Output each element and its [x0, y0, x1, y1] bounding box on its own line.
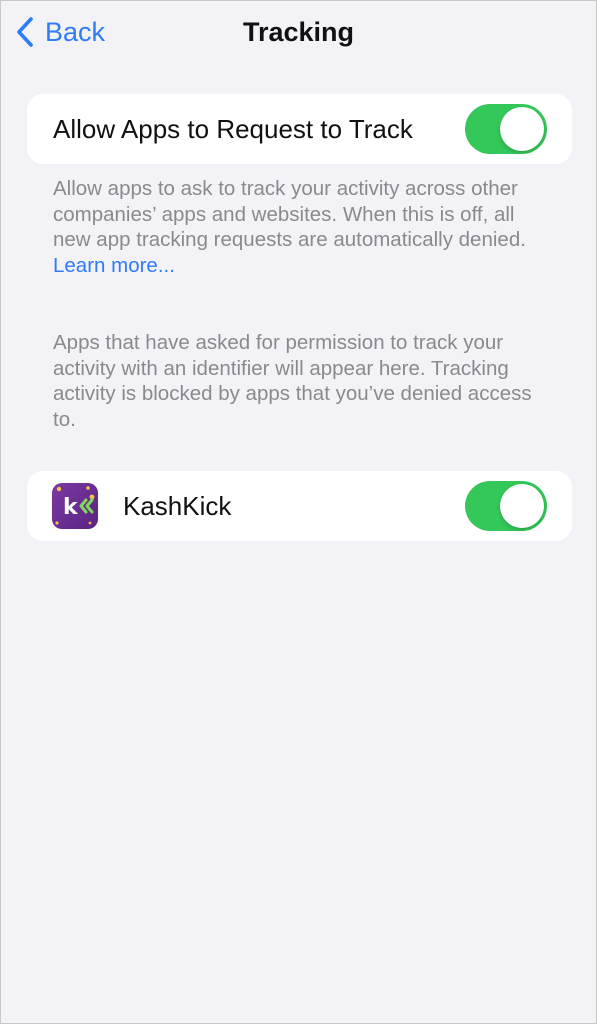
allow-tracking-label: Allow Apps to Request to Track	[53, 114, 413, 144]
allow-tracking-description: Allow apps to ask to track your activity…	[53, 176, 553, 279]
toggle-knob	[500, 107, 544, 151]
kashkick-tracking-toggle[interactable]	[465, 481, 547, 531]
allow-tracking-row: Allow Apps to Request to Track	[27, 94, 572, 164]
app-row-kashkick: k KashKick	[27, 471, 572, 541]
page-title: Tracking	[242, 17, 355, 47]
toggle-knob	[500, 484, 544, 528]
apps-description: Apps that have asked for permission to t…	[53, 331, 532, 432]
allow-tracking-toggle[interactable]	[465, 104, 547, 154]
learn-more-link[interactable]: Learn more...	[53, 254, 175, 277]
app-name-label: KashKick	[123, 491, 232, 521]
allow-tracking-description-text: Allow apps to ask to track your activity…	[53, 177, 526, 252]
navigation-bar: Back Tracking	[1, 1, 596, 63]
kashkick-icon-letter: k	[63, 495, 79, 520]
kashkick-app-icon: k	[52, 483, 98, 529]
